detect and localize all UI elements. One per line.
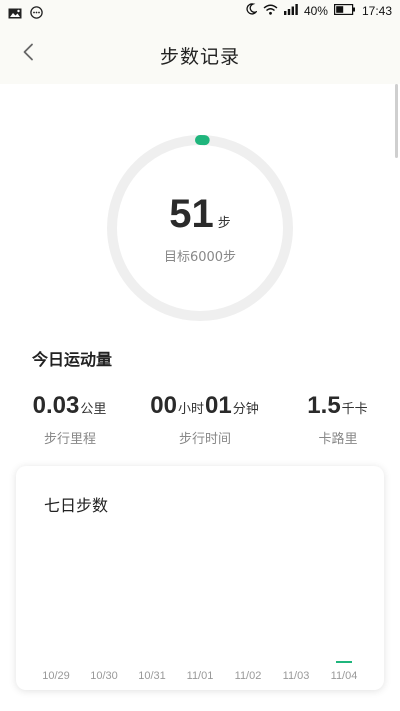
page-title: 步数记录: [159, 46, 240, 68]
moon-icon: [246, 3, 258, 18]
step-goal: 目标6000步: [163, 250, 237, 265]
calories-unit: 千卡: [341, 402, 368, 417]
calories-label: 卡路里: [318, 432, 358, 447]
image-icon: [8, 4, 22, 23]
duration-label: 步行时间: [178, 432, 231, 447]
day-label: 10/30: [90, 670, 118, 682]
day-label: 11/04: [330, 670, 358, 682]
day-label: 11/03: [282, 670, 310, 682]
day-label: 11/02: [234, 670, 262, 682]
calories-value: 1.5: [307, 392, 341, 419]
step-progress-ring: 51 步 目标6000步: [104, 132, 296, 324]
status-bar: 40% 17:43: [0, 0, 400, 24]
day-step-bar: [336, 661, 352, 663]
wifi-icon: [263, 4, 278, 18]
day-label: 10/31: [138, 670, 166, 682]
status-time: 17:43: [361, 3, 392, 18]
day-label: 11/01: [186, 670, 214, 682]
battery-icon: [333, 3, 356, 18]
day-label: 10/29: [42, 670, 70, 682]
weekly-steps-card: 七日步数 10/29 10/30 10/31 11/01 11/02 11/03 11/04: [16, 466, 384, 690]
distance-stat: 0.03 公里 步行里程: [20, 392, 120, 447]
step-unit: 步: [217, 216, 231, 231]
message-icon: [30, 4, 43, 23]
duration-hours: 00: [150, 392, 177, 419]
calories-stat: 1.5 千卡 卡路里: [296, 392, 380, 447]
duration-minutes-unit: 分钟: [232, 402, 259, 417]
distance-unit: 公里: [80, 402, 107, 417]
scrollbar[interactable]: [395, 84, 398, 158]
distance-label: 步行里程: [43, 432, 96, 447]
duration-minutes: 01: [205, 392, 232, 419]
step-count: 51: [169, 192, 214, 236]
duration-hours-unit: 小时: [177, 402, 204, 417]
distance-value: 0.03: [32, 392, 80, 419]
main-content: 51 步 目标6000步 今日运动量 0.03 公里 步行里程 00 小时 01…: [0, 84, 400, 711]
nav-bar: 步数记录: [0, 24, 400, 84]
weekly-steps-title: 七日步数: [44, 496, 109, 515]
weekly-day-axis: 10/29 10/30 10/31 11/01 11/02 11/03 11/04: [32, 661, 368, 686]
duration-stat: 00 小时 01 分钟 步行时间: [142, 392, 268, 447]
battery-percent: 40%: [303, 3, 328, 18]
signal-icon: [283, 3, 298, 18]
today-activity-title: 今日运动量: [32, 350, 113, 369]
